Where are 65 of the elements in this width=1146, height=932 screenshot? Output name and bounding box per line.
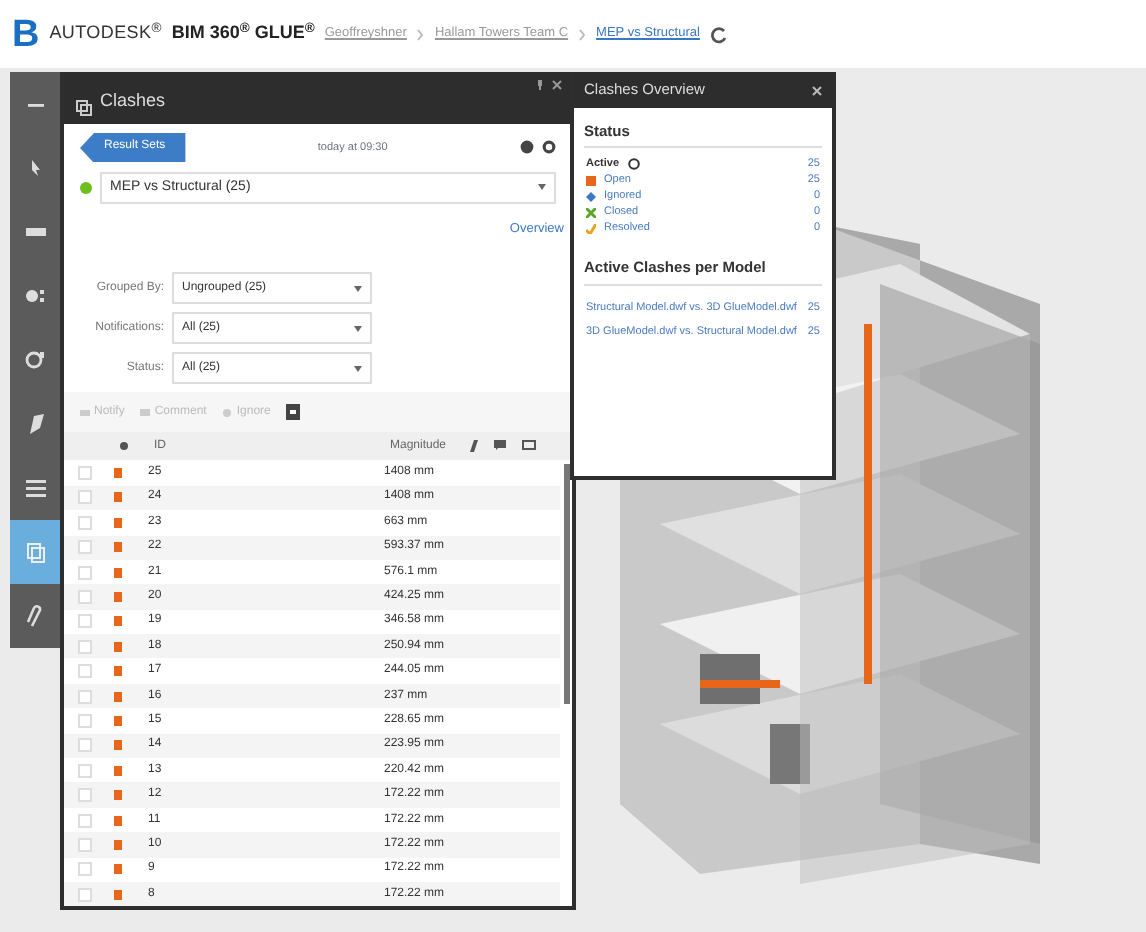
open-status-icon: [114, 790, 122, 801]
clip-icon: [23, 604, 47, 628]
caret-icon: [354, 365, 362, 372]
row-checkbox[interactable]: [78, 466, 92, 481]
row-checkbox[interactable]: [78, 614, 92, 629]
row-checkbox[interactable]: [78, 837, 92, 852]
list-icon: [23, 476, 47, 500]
status-dot-icon: [80, 181, 92, 194]
caret-icon: [538, 184, 546, 191]
row-checkbox[interactable]: [78, 862, 92, 877]
row-checkbox[interactable]: [78, 664, 92, 679]
open-status-icon: [586, 175, 596, 186]
row-checkbox[interactable]: [78, 689, 92, 704]
open-status-icon: [114, 492, 122, 503]
open-status-icon: [114, 517, 122, 528]
brand-name: AUTODESK$^{®}$: [49, 20, 162, 47]
ignored-status-icon: [586, 191, 596, 202]
refresh-icon[interactable]: [709, 25, 728, 43]
caret-icon: [354, 325, 362, 332]
open-status-icon: [114, 740, 122, 751]
open-status-icon: [114, 691, 122, 702]
resolved-status-icon: [586, 223, 596, 234]
row-checkbox[interactable]: [78, 887, 92, 902]
logo: B: [12, 15, 40, 53]
row-checkbox[interactable]: [78, 565, 92, 580]
open-status-icon: [114, 889, 122, 900]
clash-icon: [76, 99, 92, 116]
open-status-icon: [114, 542, 122, 553]
open-status-icon: [114, 641, 122, 652]
row-checkbox[interactable]: [78, 515, 92, 530]
open-status-icon: [114, 567, 122, 578]
markup-icon: [23, 348, 47, 372]
pin-icon[interactable]: [536, 80, 544, 90]
open-status-icon: [114, 839, 122, 850]
row-checkbox[interactable]: [78, 540, 92, 555]
scrollbar[interactable]: [564, 464, 570, 705]
open-status-icon: [114, 616, 122, 627]
views-icon: [23, 284, 47, 308]
chevron-icon: [416, 27, 425, 41]
open-status-icon: [114, 715, 122, 726]
row-checkbox[interactable]: [78, 813, 92, 828]
clash-tool-button[interactable]: [10, 520, 60, 584]
pen-icon: [470, 440, 478, 453]
close-icon[interactable]: [552, 80, 562, 90]
row-checkbox[interactable]: [78, 590, 92, 604]
row-checkbox[interactable]: [78, 738, 92, 753]
close-icon[interactable]: [812, 85, 822, 95]
row-checkbox[interactable]: [78, 713, 92, 728]
closed-status-icon: [586, 207, 596, 218]
chevron-icon: [578, 27, 587, 41]
open-status-icon: [114, 864, 122, 875]
row-checkbox[interactable]: [78, 490, 92, 505]
panel-title: Clashes: [100, 88, 166, 115]
open-status-icon: [114, 815, 122, 826]
row-checkbox[interactable]: [78, 788, 92, 803]
clash-icon: [23, 540, 47, 564]
open-status-icon: [114, 468, 122, 479]
open-status-icon: [114, 666, 122, 677]
row-checkbox[interactable]: [78, 763, 92, 778]
open-status-icon: [114, 592, 122, 602]
status-column-icon: [120, 442, 128, 451]
caret-icon: [354, 285, 362, 292]
product-name: BIM 360$^{®}$ GLUE$^{®}$: [171, 20, 315, 47]
open-status-icon: [114, 765, 122, 776]
row-checkbox[interactable]: [78, 639, 92, 654]
